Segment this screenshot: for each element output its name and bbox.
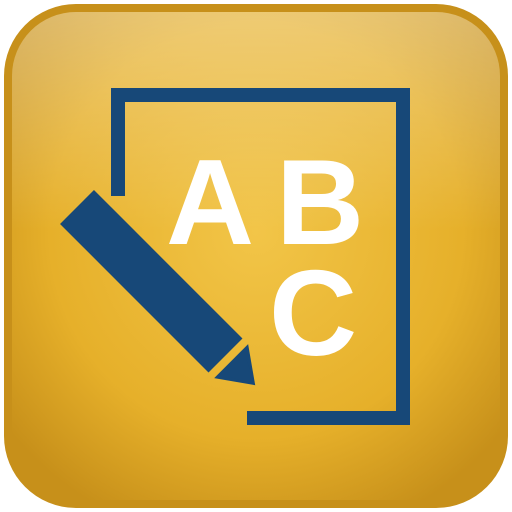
letter-a: A [166,134,254,270]
app-icon[interactable]: A B C [0,0,512,512]
tile-shine [12,12,500,500]
letter-c: C [269,245,357,381]
abc-pencil-icon: A B C [4,4,508,508]
